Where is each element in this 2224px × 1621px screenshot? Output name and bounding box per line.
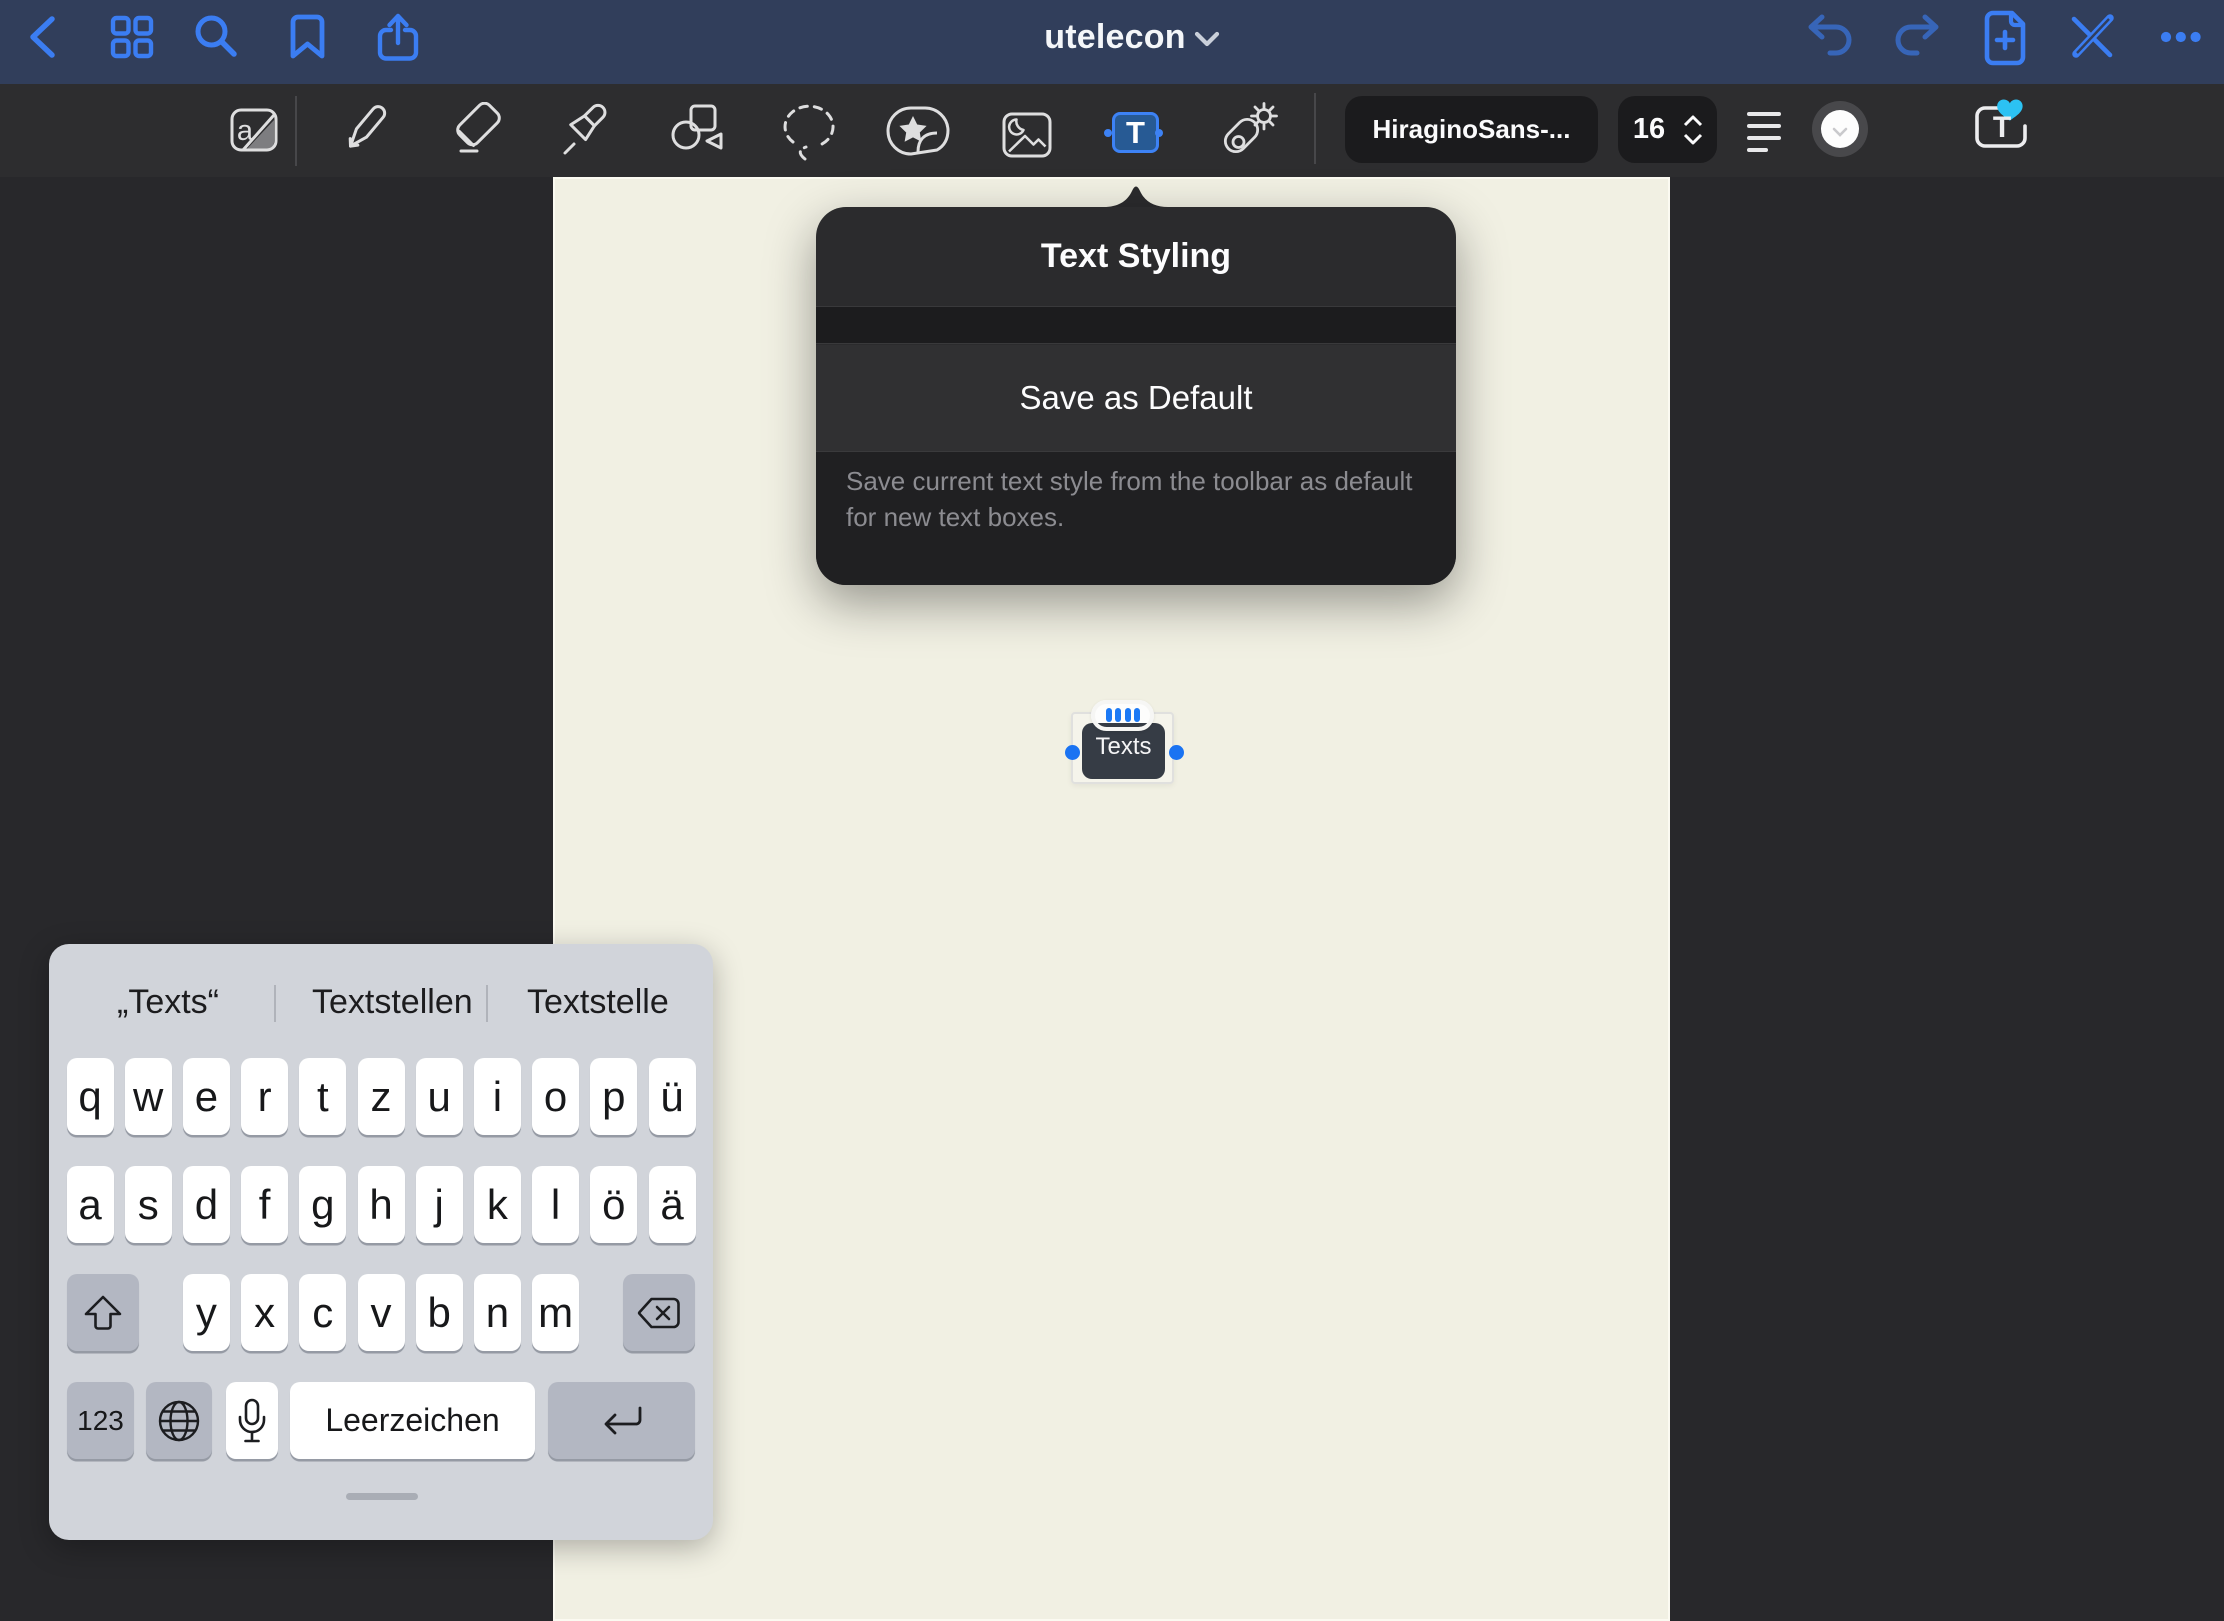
svg-text:T: T bbox=[1993, 111, 2011, 144]
svg-text:a: a bbox=[237, 115, 254, 147]
